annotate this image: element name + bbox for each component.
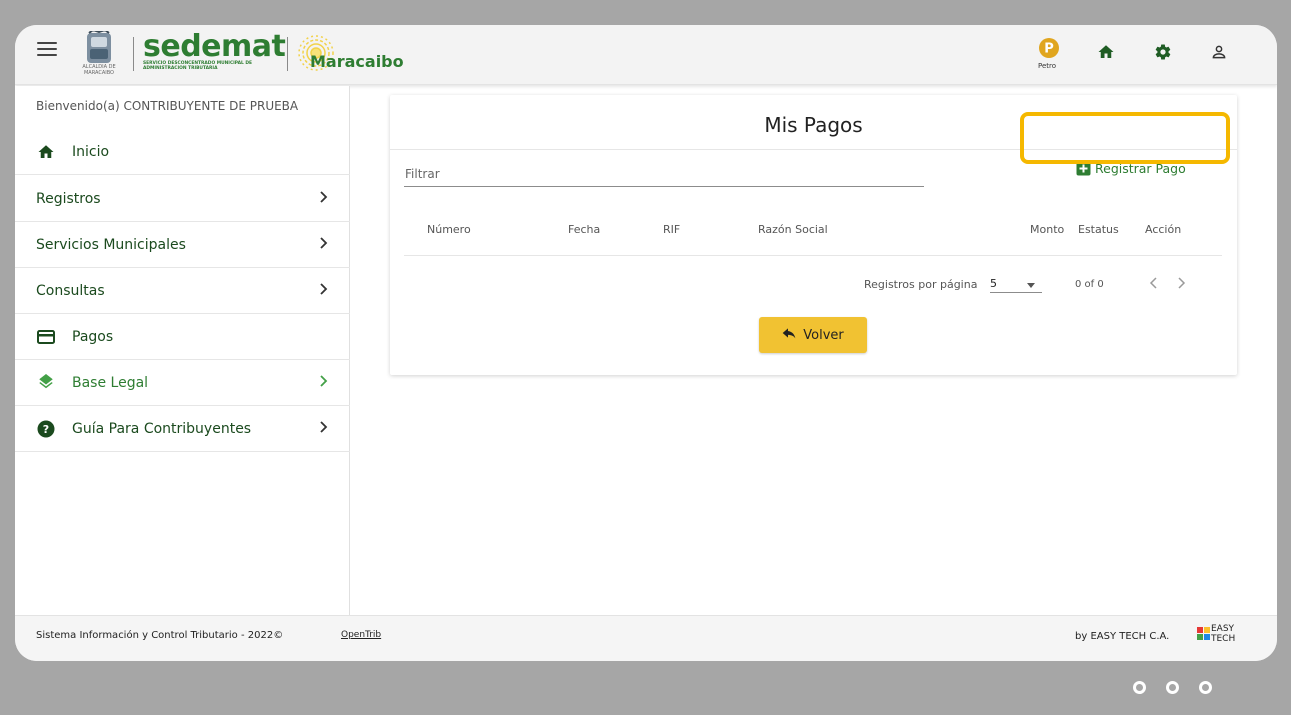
carousel-dot[interactable] bbox=[1166, 681, 1179, 694]
sidebar-item-servicios-municipales[interactable]: Servicios Municipales bbox=[15, 222, 350, 268]
header-divider bbox=[287, 37, 288, 71]
column-header[interactable]: Razón Social bbox=[758, 223, 828, 236]
next-page-button[interactable] bbox=[1172, 273, 1190, 293]
brand-subtitle: SERVICIO DESCONCENTRADO MUNICIPAL DE ADM… bbox=[143, 61, 252, 71]
column-header[interactable]: Número bbox=[427, 223, 471, 236]
crest-text: ALCALDIA DE MARACAIBO bbox=[82, 64, 116, 76]
easytech-logo-text: EASY TECH bbox=[1211, 624, 1236, 644]
carousel-dot[interactable] bbox=[1199, 681, 1212, 694]
credit-card-icon bbox=[36, 327, 56, 347]
reply-arrow-icon bbox=[782, 328, 796, 339]
help-icon: ? bbox=[36, 419, 56, 439]
sidebar-item-label: Consultas bbox=[36, 282, 105, 299]
table-divider bbox=[404, 255, 1222, 256]
gear-icon[interactable] bbox=[1150, 39, 1176, 65]
easytech-logo: EASY TECH bbox=[1197, 624, 1237, 650]
sidebar-item-label: Servicios Municipales bbox=[36, 236, 186, 253]
carousel-dot[interactable] bbox=[1133, 681, 1146, 694]
chevron-right-icon bbox=[320, 375, 328, 387]
welcome-text: Bienvenido(a) CONTRIBUYENTE DE PRUEBA bbox=[36, 99, 299, 113]
svg-text:?: ? bbox=[43, 423, 49, 436]
filter-input[interactable]: Filtrar bbox=[405, 167, 440, 181]
rows-per-page-label: Registros por página bbox=[864, 278, 978, 291]
sidebar: Bienvenido(a) CONTRIBUYENTE DE PRUEBA In… bbox=[15, 86, 350, 615]
previous-page-button[interactable] bbox=[1145, 273, 1163, 293]
chevron-right-icon bbox=[320, 283, 328, 295]
rows-per-page-value: 5 bbox=[990, 277, 997, 290]
sidebar-item-registros[interactable]: Registros bbox=[15, 176, 350, 222]
sidebar-item-pagos[interactable]: Pagos bbox=[15, 314, 350, 360]
sidebar-item-guia[interactable]: ? Guía Para Contribuyentes bbox=[15, 406, 350, 452]
home-icon bbox=[36, 142, 56, 162]
rows-per-page-select[interactable]: 5 bbox=[990, 275, 1042, 293]
range-label: 0 of 0 bbox=[1075, 279, 1104, 290]
column-header[interactable]: RIF bbox=[663, 223, 680, 236]
footer: Sistema Información y Control Tributario… bbox=[15, 615, 1277, 661]
sidebar-item-consultas[interactable]: Consultas bbox=[15, 268, 350, 314]
sidebar-item-label: Pagos bbox=[72, 328, 114, 345]
sidebar-item-base-legal[interactable]: Base Legal bbox=[15, 360, 350, 406]
menu-icon[interactable] bbox=[37, 42, 57, 58]
register-payment-highlight bbox=[1020, 112, 1230, 164]
back-button-label: Volver bbox=[803, 327, 844, 343]
svg-text:P: P bbox=[1044, 42, 1054, 57]
opentrib-link[interactable]: OpenTrib bbox=[341, 630, 381, 640]
column-header[interactable]: Estatus bbox=[1078, 223, 1119, 236]
brand-logo: sedemat bbox=[143, 29, 286, 64]
home-icon[interactable] bbox=[1093, 39, 1119, 65]
chevron-right-icon bbox=[320, 237, 328, 249]
petro-label: Petro bbox=[1038, 62, 1057, 70]
user-icon[interactable] bbox=[1206, 39, 1232, 65]
footer-credit: by EASY TECH C.A. bbox=[1075, 631, 1170, 642]
dropdown-arrow-icon bbox=[1027, 283, 1035, 288]
sidebar-item-label: Base Legal bbox=[72, 374, 149, 391]
petro-icon[interactable]: P bbox=[1036, 35, 1062, 61]
column-header[interactable]: Monto bbox=[1030, 223, 1064, 236]
footer-system-text: Sistema Información y Control Tributario… bbox=[36, 630, 284, 641]
chevron-right-icon bbox=[320, 191, 328, 203]
column-header[interactable]: Fecha bbox=[568, 223, 600, 236]
filter-underline bbox=[404, 186, 924, 187]
sidebar-item-inicio[interactable]: Inicio bbox=[15, 129, 350, 175]
layers-icon bbox=[36, 373, 56, 393]
header-divider bbox=[133, 37, 134, 71]
sidebar-item-label: Guía Para Contribuyentes bbox=[72, 420, 252, 437]
column-header[interactable]: Acción bbox=[1145, 223, 1181, 236]
sidebar-item-label: Inicio bbox=[72, 143, 110, 160]
back-button[interactable]: Volver bbox=[759, 317, 867, 353]
top-bar: ALCALDIA DE MARACAIBO sedemat SERVICIO D… bbox=[15, 25, 1277, 85]
city-name: Maracaibo bbox=[310, 52, 404, 71]
sidebar-item-label: Registros bbox=[36, 190, 101, 207]
chevron-right-icon bbox=[320, 421, 328, 433]
